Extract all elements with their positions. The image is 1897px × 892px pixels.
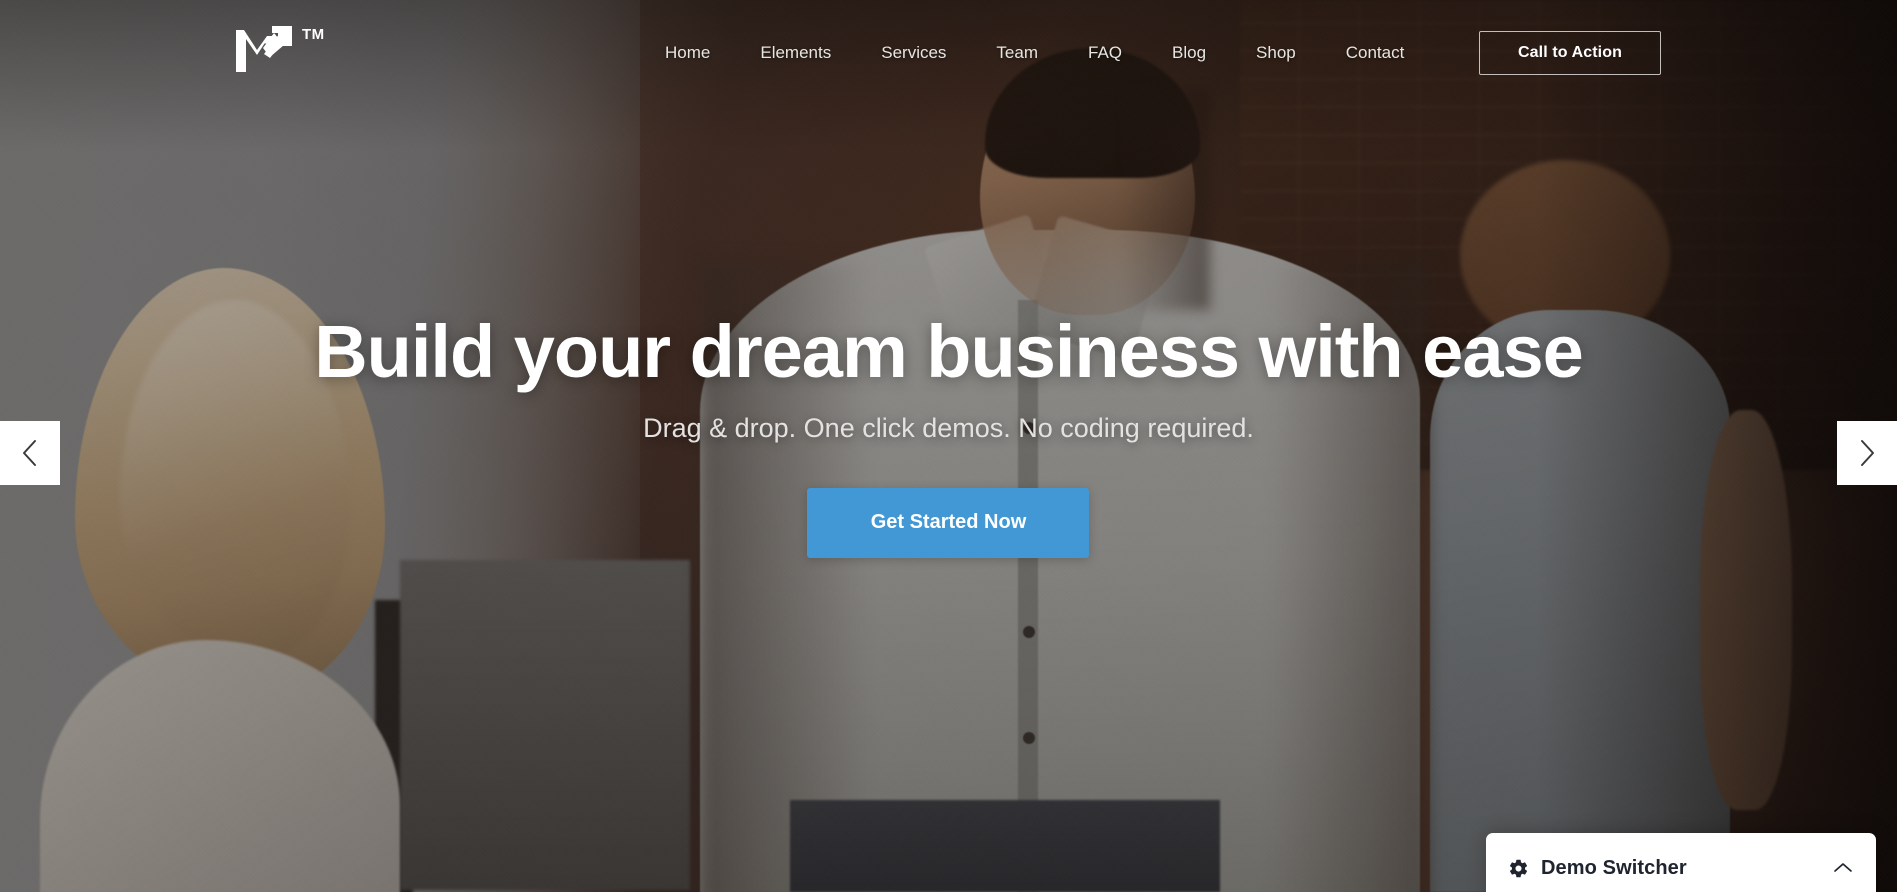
call-to-action-button[interactable]: Call to Action [1479,31,1661,75]
get-started-button[interactable]: Get Started Now [807,487,1090,558]
nav-item-services[interactable]: Services [856,0,971,106]
page-stage: TM Home Elements Services Team FAQ Blog … [0,0,1897,892]
chevron-right-icon [1857,438,1877,468]
carousel-next-button[interactable] [1837,421,1897,485]
logo-trademark: TM [302,26,325,43]
nav-item-contact[interactable]: Contact [1321,0,1430,106]
demo-switcher-label: Demo Switcher [1541,856,1687,879]
site-header: TM Home Elements Services Team FAQ Blog … [0,0,1897,106]
nav-item-elements[interactable]: Elements [735,0,856,106]
main-navigation: Home Elements Services Team FAQ Blog Sho… [640,0,1429,106]
hero-title: Build your dream business with ease [314,310,1584,394]
demo-switcher-panel[interactable]: Demo Switcher [1486,833,1876,892]
hero-subtitle: Drag & drop. One click demos. No coding … [643,412,1254,443]
gear-icon [1508,858,1529,879]
chevron-left-icon [20,438,40,468]
m-arrow-logo-icon [234,24,300,74]
nav-item-blog[interactable]: Blog [1147,0,1231,106]
nav-item-faq[interactable]: FAQ [1063,0,1147,106]
carousel-prev-button[interactable] [0,421,60,485]
nav-item-team[interactable]: Team [971,0,1063,106]
site-logo[interactable]: TM [234,24,325,74]
nav-item-home[interactable]: Home [640,0,735,106]
nav-item-shop[interactable]: Shop [1231,0,1321,106]
chevron-up-icon[interactable] [1832,861,1854,875]
